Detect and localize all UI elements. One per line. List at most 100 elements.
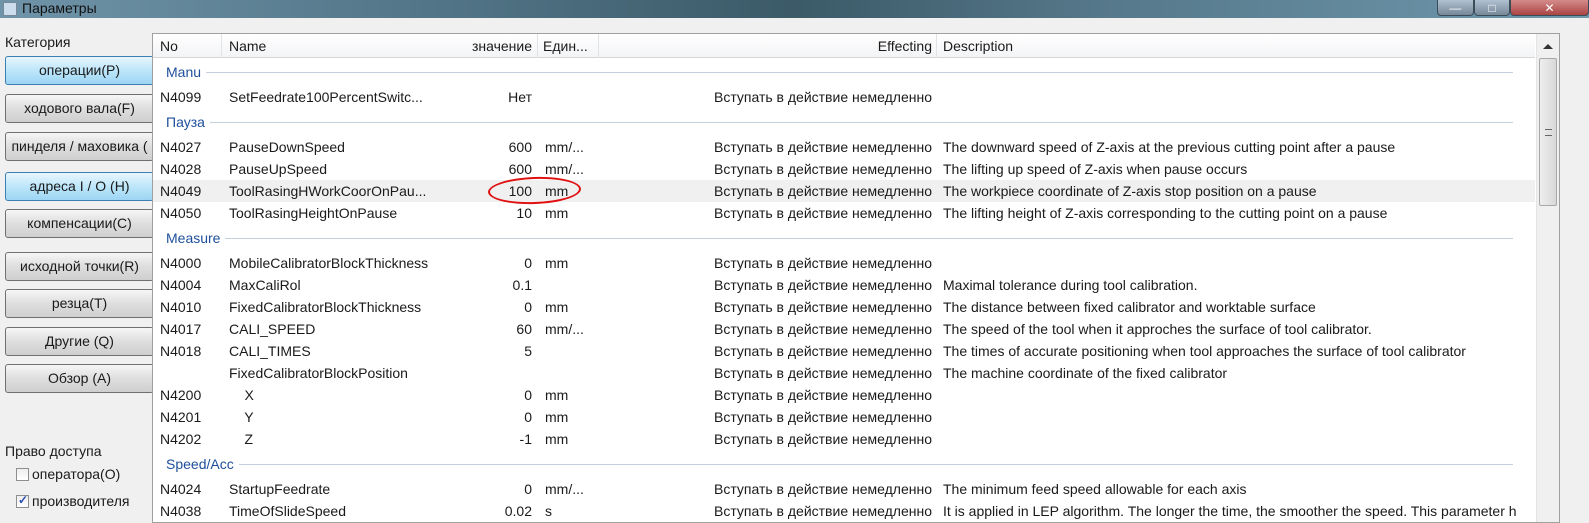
- cell-unit: mm: [545, 431, 569, 447]
- cell-value[interactable]: -1: [520, 431, 532, 447]
- table-row[interactable]: N4049 ToolRasingHWorkCoorOnPau... 100 mm Вст…: [153, 180, 1535, 202]
- cell-no: N4028: [160, 161, 202, 177]
- group-title: Пауза: [166, 114, 210, 130]
- table-row[interactable]: N4050 ToolRasingHeightOnPause 10 mm Вступать…: [153, 202, 1535, 224]
- table-header: No Name значение Един... Effecting Descr…: [153, 34, 1535, 58]
- table-row[interactable]: FixedCalibratorBlockPosition Вступать в д…: [153, 362, 1535, 384]
- group-title: Manu: [166, 64, 207, 80]
- category-button[interactable]: пинделя / маховика (: [5, 132, 154, 161]
- table-row[interactable]: N4200 X 0 mm Вступать в действие немедленно: [153, 384, 1535, 406]
- cell-value[interactable]: 0: [524, 481, 532, 497]
- cell-name: ToolRasingHeightOnPause: [229, 205, 398, 221]
- cell-value[interactable]: 60: [516, 321, 532, 337]
- cell-value[interactable]: 10: [516, 205, 532, 221]
- cell-value[interactable]: 600: [509, 139, 532, 155]
- cell-value[interactable]: 0: [524, 387, 532, 403]
- access-checkbox-item[interactable]: оператора(O): [16, 466, 120, 482]
- group-header: Пауза: [153, 108, 1535, 136]
- cell-value[interactable]: Нет: [508, 89, 532, 105]
- cell-no: N4201: [160, 409, 202, 425]
- group-title: Speed/Acc: [166, 456, 239, 472]
- cell-effecting: Вступать в действие немедленно: [713, 139, 932, 155]
- category-button[interactable]: операции(P): [5, 56, 154, 85]
- category-button[interactable]: Другие (Q): [5, 327, 154, 356]
- cell-value[interactable]: 0: [524, 299, 532, 315]
- category-button[interactable]: адреса I / O (H): [5, 172, 154, 201]
- cell-value[interactable]: 0: [524, 409, 532, 425]
- checkbox-icon[interactable]: [16, 493, 29, 508]
- cell-effecting: Вступать в действие немедленно: [713, 431, 932, 447]
- cell-effecting: Вступать в действие немедленно: [713, 321, 932, 337]
- cell-value[interactable]: 600: [509, 161, 532, 177]
- cell-name: CALI_TIMES: [229, 343, 311, 359]
- cell-value[interactable]: 0: [524, 255, 532, 271]
- cell-effecting: Вступать в действие немедленно: [713, 89, 932, 105]
- cell-name: Y: [229, 409, 254, 425]
- cell-effecting: Вступать в действие немедленно: [713, 365, 932, 381]
- group-divider: [166, 122, 1513, 123]
- cell-no: N4202: [160, 431, 202, 447]
- scroll-up-arrow-icon[interactable]: [1543, 44, 1553, 49]
- cell-no: N4018: [160, 343, 202, 359]
- app-icon: [3, 2, 17, 16]
- group-header: Manu: [153, 58, 1535, 86]
- column-header-unit[interactable]: Един...: [543, 38, 588, 54]
- column-header-no[interactable]: No: [160, 38, 178, 54]
- cell-name: CALI_SPEED: [229, 321, 316, 337]
- cell-description: The lifting up speed of Z-axis when paus…: [943, 161, 1248, 177]
- table-row[interactable]: N4099 SetFeedrate100PercentSwitc... Нет Вст…: [153, 86, 1535, 108]
- cell-effecting: Вступать в действие немедленно: [713, 409, 932, 425]
- table-row[interactable]: N4024 StartupFeedrate 0 mm/... Вступать в де…: [153, 478, 1535, 500]
- access-checkbox-item[interactable]: производителя: [16, 493, 129, 509]
- cell-no: N4049: [160, 183, 202, 199]
- checkbox-icon[interactable]: [16, 468, 29, 481]
- category-button[interactable]: резца(T): [5, 289, 154, 318]
- table-row[interactable]: N4027 PauseDownSpeed 600 mm/... Вступать в д…: [153, 136, 1535, 158]
- cell-name: PauseUpSpeed: [229, 161, 328, 177]
- cell-unit: mm/...: [545, 321, 584, 337]
- title-bar: Параметры — □ ✕: [0, 0, 1589, 18]
- grip-icon: [1545, 129, 1552, 136]
- column-header-description[interactable]: Description: [943, 38, 1013, 54]
- table-row[interactable]: N4000 MobileCalibratorBlockThickness 0 mm Вс…: [153, 252, 1535, 274]
- category-button[interactable]: компенсации(C): [5, 209, 154, 238]
- table-row[interactable]: N4028 PauseUpSpeed 600 mm/... Вступать в дей…: [153, 158, 1535, 180]
- category-button[interactable]: ходового вала(F): [5, 94, 154, 123]
- cell-description: Maximal tolerance during tool calibratio…: [943, 277, 1198, 293]
- scrollbar-thumb[interactable]: [1539, 58, 1557, 206]
- cell-no: N4050: [160, 205, 202, 221]
- cell-description: The minimum feed speed allowable for eac…: [943, 481, 1247, 497]
- table-row[interactable]: N4202 Z -1 mm Вступать в действие немедленн…: [153, 428, 1535, 450]
- close-button[interactable]: ✕: [1510, 0, 1589, 16]
- cell-value[interactable]: 0.1: [513, 277, 532, 293]
- category-button[interactable]: Обзор (A): [5, 364, 154, 393]
- table-row[interactable]: N4010 FixedCalibratorBlockThickness 0 mm Вст…: [153, 296, 1535, 318]
- column-header-effecting[interactable]: Effecting: [878, 38, 932, 54]
- column-header-value[interactable]: значение: [472, 38, 532, 54]
- table-row[interactable]: N4201 Y 0 mm Вступать в действие немедленно: [153, 406, 1535, 428]
- column-header-name[interactable]: Name: [229, 38, 266, 54]
- table-row[interactable]: N4017 CALI_SPEED 60 mm/... Вступать в действ…: [153, 318, 1535, 340]
- cell-effecting: Вступать в действие немедленно: [713, 205, 932, 221]
- cell-no: N4000: [160, 255, 202, 271]
- cell-unit: mm: [545, 299, 569, 315]
- cell-value[interactable]: 0.02: [505, 503, 532, 519]
- category-button[interactable]: исходной точки(R): [5, 252, 154, 281]
- vertical-scrollbar[interactable]: [1536, 34, 1559, 522]
- cell-effecting: Вступать в действие немедленно: [713, 481, 932, 497]
- minimize-button[interactable]: —: [1437, 0, 1474, 16]
- table-row[interactable]: N4004 MaxCaliRol 0.1 Вступать в действие не…: [153, 274, 1535, 296]
- group-header: Speed/Acc: [153, 450, 1535, 478]
- cell-unit: mm/...: [545, 161, 584, 177]
- access-rights-label: Право доступа: [5, 443, 102, 459]
- cell-name: PauseDownSpeed: [229, 139, 345, 155]
- table-row[interactable]: N4018 CALI_TIMES 5 Вступать в действие неме…: [153, 340, 1535, 362]
- cell-name: MobileCalibratorBlockThickness: [229, 255, 429, 271]
- cell-name: Z: [229, 431, 254, 447]
- cell-description: The machine coordinate of the fixed cali…: [943, 365, 1228, 381]
- cell-value[interactable]: 5: [524, 343, 532, 359]
- cell-effecting: Вступать в действие немедленно: [713, 503, 932, 519]
- access-checkbox-label: оператора(O): [32, 466, 121, 482]
- cell-effecting: Вступать в действие немедленно: [713, 343, 932, 359]
- maximize-button[interactable]: □: [1474, 0, 1510, 16]
